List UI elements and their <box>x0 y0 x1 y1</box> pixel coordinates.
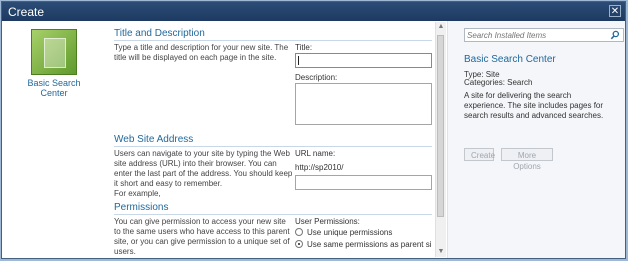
create-button[interactable]: Create <box>464 148 495 161</box>
item-categories: Categories: Search <box>464 78 533 87</box>
radio-button-icon <box>295 228 303 236</box>
text-caret <box>298 56 299 65</box>
radio-button-selected-icon <box>295 240 303 248</box>
template-thumbnail-icon <box>31 29 77 75</box>
permissions-description-help: You can give permission to access your n… <box>114 217 290 256</box>
url-prefix: http://sp2010/ <box>295 163 344 172</box>
section-heading-web-site-address: Web Site Address <box>114 134 194 145</box>
selected-item-name: Basic Search Center <box>464 54 556 65</box>
section-divider <box>114 40 432 41</box>
radio-unique-permissions[interactable]: Use unique permissions <box>295 228 392 237</box>
address-example-text: For example, <box>114 189 161 198</box>
create-form: Title and Description Type a title and d… <box>114 27 434 258</box>
description-textarea[interactable] <box>295 83 432 125</box>
section-divider <box>114 214 432 215</box>
address-description-help: Users can navigate to your site by typin… <box>114 149 293 188</box>
radio-label: Use unique permissions <box>307 228 393 237</box>
search-icon[interactable] <box>610 30 620 40</box>
radio-label: Use same permissions as parent si <box>307 240 432 249</box>
dialog-content: Basic Search Center Title and Descriptio… <box>2 21 625 258</box>
search-input[interactable] <box>467 30 607 40</box>
template-label: Basic Search Center <box>27 78 81 98</box>
scroll-up-icon[interactable]: ▲ <box>436 22 446 32</box>
scroll-down-icon[interactable]: ▼ <box>436 247 446 257</box>
close-icon[interactable]: ✕ <box>609 5 621 17</box>
template-tile-basic-search-center[interactable]: Basic Search Center <box>24 29 84 98</box>
section-heading-title-description: Title and Description <box>114 28 205 39</box>
section-heading-permissions: Permissions <box>114 202 169 213</box>
more-options-button[interactable]: More Options <box>501 148 553 171</box>
section-divider <box>114 146 432 147</box>
user-permissions-label: User Permissions: <box>295 217 360 226</box>
title-description-help: Type a title and description for your ne… <box>114 43 289 62</box>
scrollbar-thumb[interactable] <box>437 35 444 217</box>
description-label: Description: <box>295 73 338 82</box>
search-box[interactable] <box>464 28 624 42</box>
title-input[interactable] <box>295 53 432 68</box>
dialog-titlebar: Create ✕ <box>2 2 625 21</box>
url-name-label: URL name: <box>295 149 336 158</box>
form-scrollbar[interactable]: ▲ ▼ <box>435 22 446 257</box>
item-description: A site for delivering the search experie… <box>464 91 604 120</box>
title-label: Title: <box>295 43 313 52</box>
radio-same-permissions[interactable]: Use same permissions as parent si <box>295 240 432 249</box>
create-dialog: Create ✕ Basic Search Center Title and D… <box>1 1 626 259</box>
url-name-input[interactable] <box>295 175 432 190</box>
details-sidebar: Basic Search Center Type: Site Categorie… <box>447 21 625 258</box>
dialog-title: Create <box>8 5 45 19</box>
